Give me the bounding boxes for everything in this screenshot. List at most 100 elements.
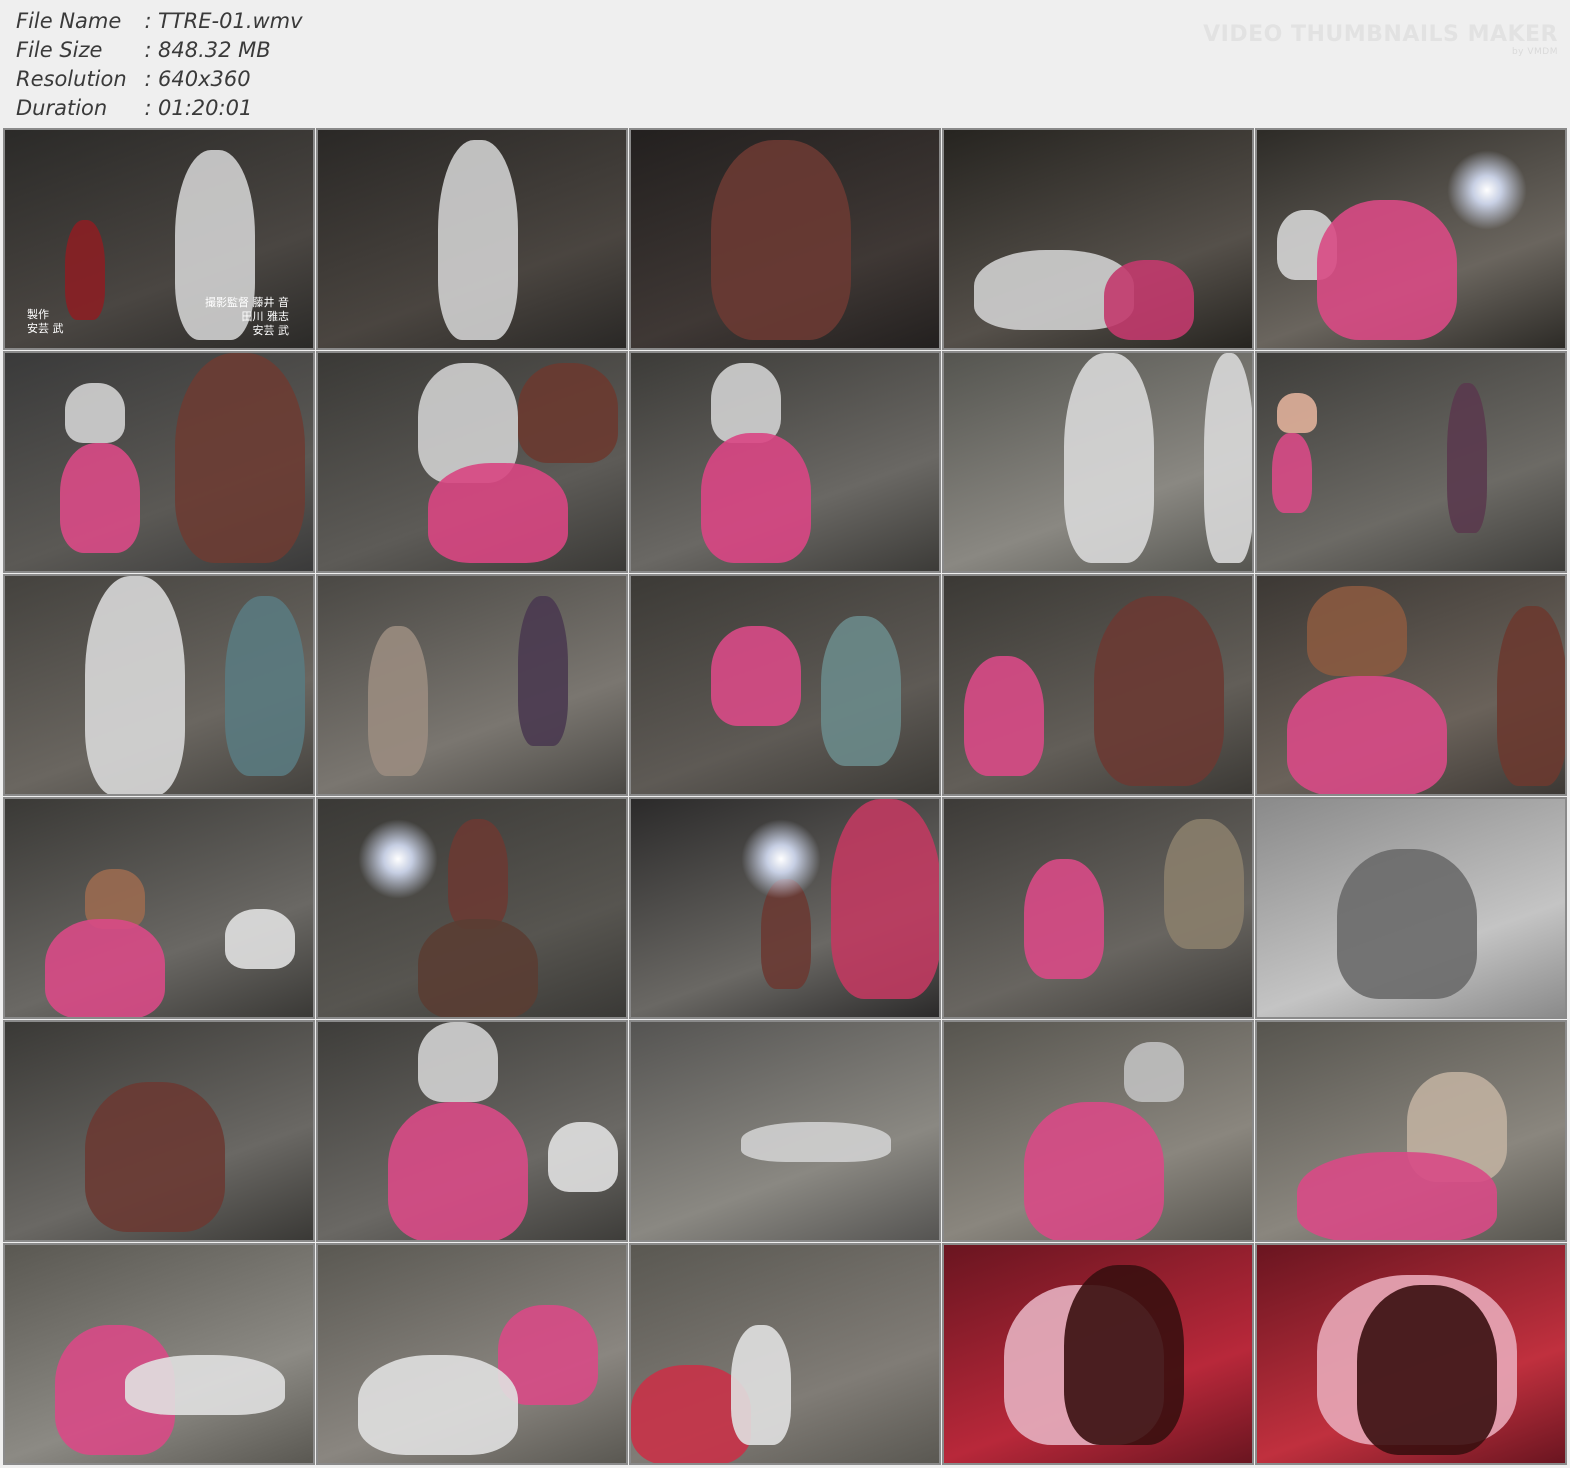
scene-figure — [418, 1022, 498, 1102]
info-row-file-name: File Name : TTRE-01.wmv — [16, 6, 303, 35]
thumbnail-23[interactable] — [629, 1020, 941, 1242]
scene-figure — [1104, 260, 1194, 340]
thumbnail-26[interactable] — [3, 1243, 315, 1465]
scene-figure — [438, 140, 518, 340]
scene-figure — [1297, 1152, 1497, 1240]
thumbnail-20[interactable] — [1255, 797, 1567, 1019]
scene-figure — [731, 1325, 791, 1445]
scene-figure — [358, 1355, 518, 1455]
scene-figure — [741, 1122, 891, 1162]
scene-figure — [1164, 819, 1244, 949]
separator: : — [144, 95, 152, 120]
thumbnail-11[interactable] — [3, 574, 315, 796]
credit-caption-right: 撮影監督 藤井 音 田川 雅志 安芸 武 — [205, 296, 289, 337]
thumbnail-21[interactable] — [3, 1020, 315, 1242]
scene-figure — [1064, 353, 1154, 563]
scene-figure — [548, 1122, 618, 1192]
thumbnail-10[interactable] — [1255, 351, 1567, 573]
light-flare — [1447, 150, 1527, 230]
thumbnail-19[interactable] — [942, 797, 1254, 1019]
watermark-subtitle: by VMDM — [1511, 47, 1558, 57]
scene-figure — [60, 443, 140, 553]
duration-label: Duration — [16, 95, 108, 120]
scene-figure — [1024, 859, 1104, 979]
thumbnail-18[interactable] — [629, 797, 941, 1019]
thumbnail-6[interactable] — [3, 351, 315, 573]
scene-figure — [368, 626, 428, 776]
light-flare — [741, 819, 821, 899]
scene-figure — [225, 909, 295, 969]
scene-figure — [1317, 200, 1457, 340]
thumbnail-7[interactable] — [316, 351, 628, 573]
scene-figure — [518, 596, 568, 746]
thumbnail-13[interactable] — [629, 574, 941, 796]
scene-figure — [45, 919, 165, 1017]
thumbnail-1[interactable]: 製作 安芸 武 撮影監督 藤井 音 田川 雅志 安芸 武 — [3, 128, 315, 350]
file-size-label: File Size — [16, 37, 103, 62]
scene-figure — [1447, 383, 1487, 533]
scene-figure — [1024, 1102, 1164, 1240]
thumbnail-grid: 製作 安芸 武 撮影監督 藤井 音 田川 雅志 安芸 武 — [3, 128, 1567, 1465]
file-name-label: File Name — [16, 8, 122, 33]
scene-figure — [1497, 606, 1565, 786]
separator: : — [144, 8, 152, 33]
thumbnail-12[interactable] — [316, 574, 628, 796]
header: File Name : TTRE-01.wmv File Size : 848.… — [0, 0, 1570, 128]
info-row-resolution: Resolution : 640x360 — [16, 64, 303, 93]
thumbnail-4[interactable] — [942, 128, 1254, 350]
scene-figure — [1124, 1042, 1184, 1102]
thumbnail-25[interactable] — [1255, 1020, 1567, 1242]
thumbnail-5[interactable] — [1255, 128, 1567, 350]
thumbnail-8[interactable] — [629, 351, 941, 573]
scene-figure — [65, 220, 105, 320]
thumbnail-17[interactable] — [316, 797, 628, 1019]
thumbnail-30[interactable] — [1255, 1243, 1567, 1465]
resolution-value: 640x360 — [158, 66, 251, 91]
resolution-label: Resolution — [16, 66, 127, 91]
thumbnail-29[interactable] — [942, 1243, 1254, 1465]
scene-figure — [418, 919, 538, 1017]
thumbnail-3[interactable] — [629, 128, 941, 350]
scene-figure — [428, 463, 568, 563]
scene-figure — [225, 596, 305, 776]
scene-figure — [1272, 433, 1312, 513]
thumbnail-9[interactable] — [942, 351, 1254, 573]
info-row-duration: Duration : 01:20:01 — [16, 93, 303, 122]
scene-figure — [85, 1082, 225, 1232]
scene-figure — [388, 1102, 528, 1240]
scene-figure — [821, 616, 901, 766]
thumbnail-22[interactable] — [316, 1020, 628, 1242]
file-size-value: 848.32 MB — [158, 37, 271, 62]
scene-figure — [1094, 596, 1224, 786]
scene-figure — [1204, 353, 1252, 563]
scene-figure — [1307, 586, 1407, 676]
file-info: File Name : TTRE-01.wmv File Size : 848.… — [16, 6, 303, 122]
light-flare — [358, 819, 438, 899]
scene-figure — [518, 363, 618, 463]
scene-figure — [711, 140, 851, 340]
scene-figure — [1357, 1285, 1497, 1455]
thumbnail-2[interactable] — [316, 128, 628, 350]
scene-figure — [65, 383, 125, 443]
scene-figure — [711, 626, 801, 726]
watermark-title: VIDEO THUMBNAILS MAKER — [1203, 22, 1558, 47]
scene-figure — [964, 656, 1044, 776]
thumbnail-16[interactable] — [3, 797, 315, 1019]
thumbnail-27[interactable] — [316, 1243, 628, 1465]
credit-caption-left: 製作 安芸 武 — [27, 308, 64, 335]
thumbnail-14[interactable] — [942, 574, 1254, 796]
scene-figure — [1287, 676, 1447, 794]
thumbnail-24[interactable] — [942, 1020, 1254, 1242]
scene-figure — [175, 353, 305, 563]
separator: : — [144, 37, 152, 62]
scene-figure — [85, 576, 185, 794]
thumbnail-scene — [318, 576, 626, 794]
file-name-value: TTRE-01.wmv — [158, 8, 303, 33]
info-row-file-size: File Size : 848.32 MB — [16, 35, 303, 64]
thumbnail-28[interactable] — [629, 1243, 941, 1465]
thumbnail-15[interactable] — [1255, 574, 1567, 796]
duration-value: 01:20:01 — [158, 95, 253, 120]
scene-figure — [701, 433, 811, 563]
scene-figure — [1337, 849, 1477, 999]
scene-figure — [1277, 393, 1317, 433]
